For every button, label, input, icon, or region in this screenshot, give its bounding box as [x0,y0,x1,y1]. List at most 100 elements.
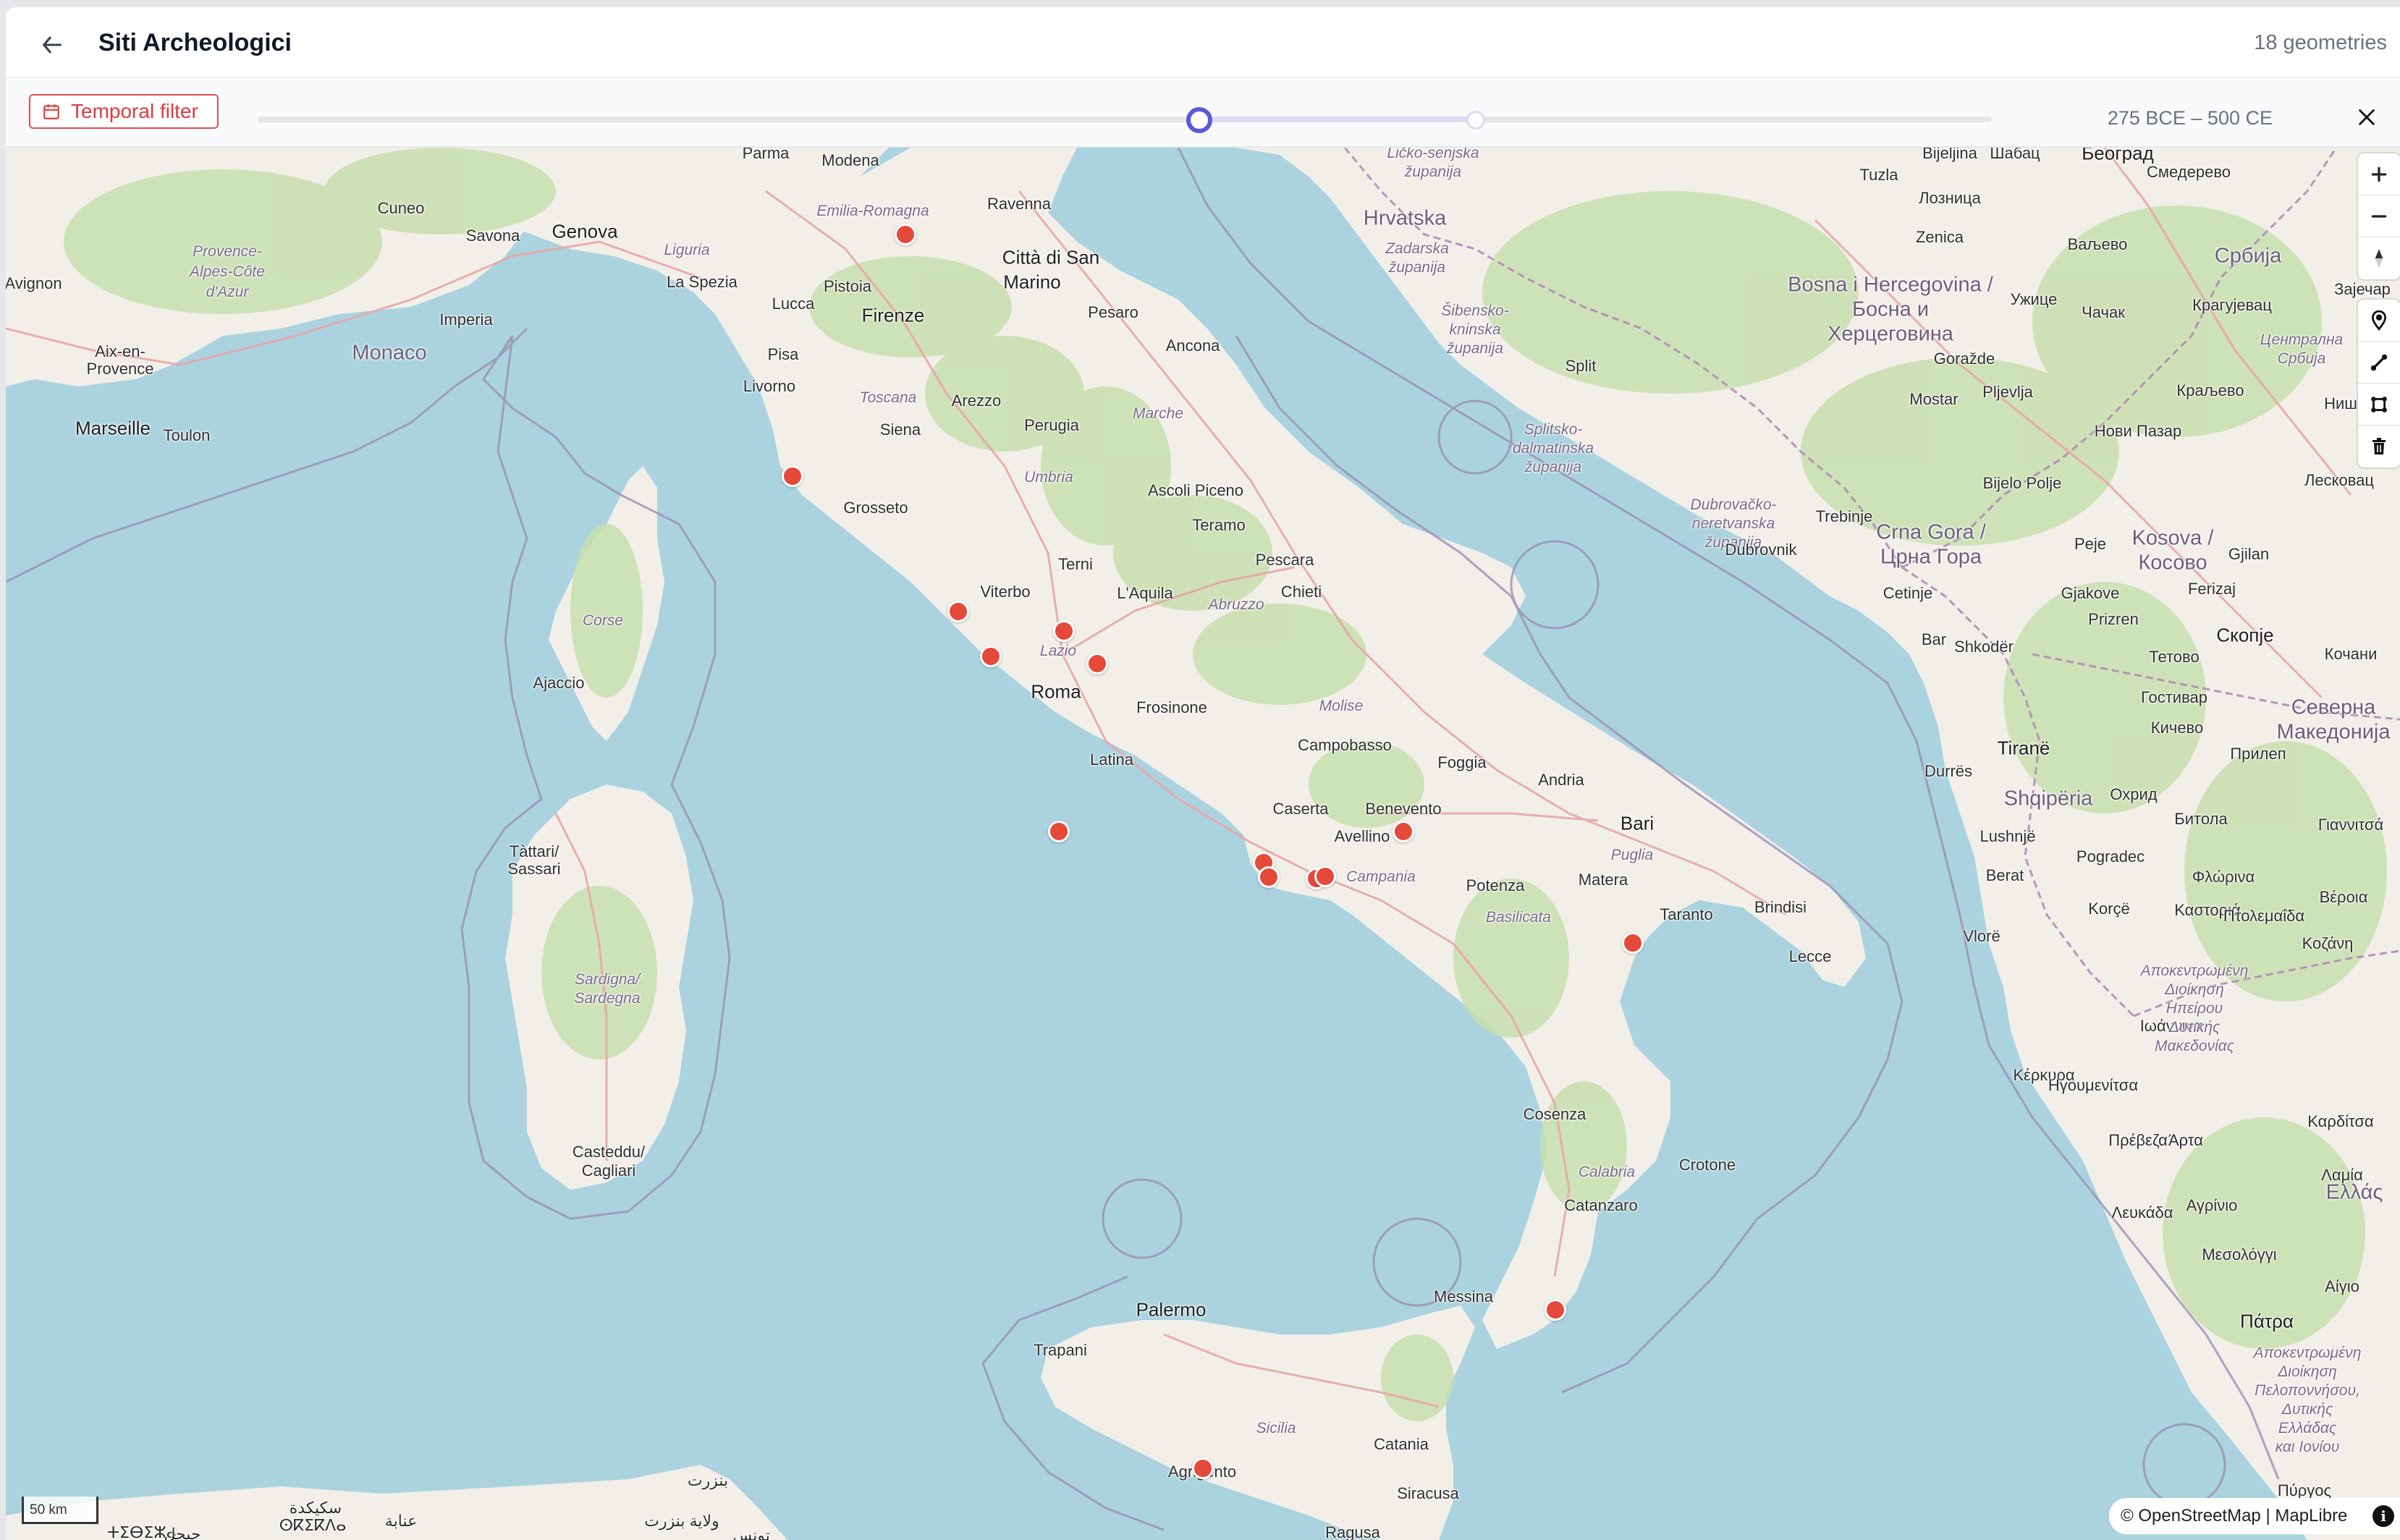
place-label: Frosinone [1136,698,1207,716]
place-label: Arezzo [951,392,1002,410]
place-label: županija [1404,164,1462,180]
place-label: Crotone [1678,1156,1736,1174]
site-marker[interactable] [980,646,1002,667]
page-title: Siti Archeologici [98,29,292,56]
place-label: بنزرت [687,1471,729,1489]
site-marker[interactable] [895,224,916,245]
place-label: Πάτρα [2240,1310,2294,1332]
place-label: Pljevlja [1982,383,2033,401]
place-label: Србија [2277,350,2326,367]
place-label: Северна [2291,695,2376,719]
place-label: Ваљево [2067,235,2128,253]
place-label: Avellino [1334,827,1390,845]
draw-point-button[interactable] [2358,300,2400,342]
place-label: Dubrovačko- [1690,496,1777,513]
place-label: Bijeljina [1922,148,1977,162]
place-label: Teramo [1192,516,1246,534]
site-marker[interactable] [947,601,969,622]
site-marker[interactable] [1086,653,1108,674]
place-label: Λευκάδα [2111,1203,2173,1222]
place-label: Hrvatska [1363,206,1447,230]
site-marker[interactable] [1393,821,1414,842]
place-label: Catanzaro [1564,1196,1638,1214]
minus-icon [2371,214,2387,218]
site-marker[interactable] [1622,932,1644,954]
place-label: Cetinje [1883,584,1933,602]
place-label: Ferizaj [2187,580,2236,598]
site-marker[interactable] [1545,1299,1566,1321]
range-slider-end-handle[interactable] [1466,111,1485,130]
date-range-label: 275 BCE – 500 CE [2107,107,2273,129]
draw-line-button[interactable] [2358,342,2400,384]
temporal-filter-button[interactable]: Temporal filter [29,94,219,129]
place-label: Crna Gora / [1876,520,1986,544]
place-label: Μακεδονίας [2155,1038,2234,1054]
place-label: Viterbo [980,583,1031,601]
place-label: Pesaro [1088,303,1138,321]
place-label: Liguria [664,242,710,258]
place-label: Αγρίνιο [2186,1196,2238,1214]
site-marker[interactable] [782,465,803,487]
place-label: Sicilia [1256,1420,1296,1437]
place-label: Αποκεντρωμένη [2140,962,2249,979]
place-label: Διοίκηση [2165,981,2224,998]
site-marker[interactable] [1258,866,1280,888]
place-label: Provence- [193,243,262,260]
zoom-in-button[interactable] [2358,153,2400,195]
site-marker[interactable] [1192,1458,1214,1479]
calendar-icon [43,104,59,119]
place-label: Siena [879,420,921,439]
place-label: Mostar [1909,390,1959,408]
place-label: Охрид [2110,785,2158,803]
place-label: Goražde [1933,350,1995,368]
zoom-out-button[interactable] [2358,195,2400,237]
place-label: Livorno [743,377,796,395]
place-label: d'Azur [206,284,249,300]
place-label: Umbria [1024,469,1073,486]
close-filter-button[interactable] [2352,103,2381,132]
scale-bar: 50 km [22,1497,98,1524]
place-label: Зајечар [2334,280,2391,298]
info-icon[interactable]: i [2372,1505,2394,1527]
place-label: Monaco [352,341,427,365]
draw-polygon-button[interactable] [2358,384,2400,426]
place-label: ⵙⴽⵉⴽⴷⴰ [279,1516,347,1534]
geometry-count: 18 geometries [2254,31,2387,54]
place-label: Ravenna [986,195,1052,213]
place-label: kninska [1449,321,1501,338]
place-label: Brindisi [1754,898,1807,916]
temporal-filter-bar: Temporal filter 275 BCE – 500 CE [6,78,2400,148]
site-marker[interactable] [1053,620,1075,642]
site-marker[interactable] [1048,821,1070,842]
delete-feature-button[interactable] [2358,426,2400,468]
arrow-left-icon [43,36,62,54]
place-label: Gjilan [2228,545,2270,563]
place-label: Краљево [2176,381,2244,399]
range-slider-track[interactable] [258,117,1992,122]
place-label: Toscana [859,389,917,406]
place-label: Pogradec [2076,847,2145,866]
place-label: Крагујевац [2192,296,2272,314]
place-label: تونس [732,1526,770,1540]
place-label: Avignon [6,274,62,292]
place-label: Terni [1058,555,1093,573]
place-label: Splitsko- [1524,421,1583,438]
place-label: Tuzla [1859,166,1898,184]
back-button[interactable] [35,28,69,62]
place-label: Marche [1132,405,1184,422]
place-label: Basilicata [1486,909,1551,926]
site-marker[interactable] [1314,866,1336,887]
reset-bearing-button[interactable] [2358,237,2400,279]
place-label: και Ιονίου [2275,1439,2340,1455]
place-label: Dubrovnik [1725,541,1797,559]
place-label: Šibensko- [1441,302,1509,319]
place-label: Durrës [1924,762,1973,780]
place-label: Άρτα [2168,1131,2203,1149]
place-label: Prizren [2088,610,2139,628]
map-canvas[interactable]: Parma Modena Emilia-Romagna Ravenna Cuneo Gen… [6,148,2400,1540]
place-label: Trebinje [1815,507,1873,525]
range-slider-start-handle[interactable] [1186,107,1212,133]
place-label: Косово [2138,551,2207,575]
plus-icon [2371,166,2387,182]
attribution-text[interactable]: © OpenStreetMap | MapLibre [2121,1506,2347,1526]
